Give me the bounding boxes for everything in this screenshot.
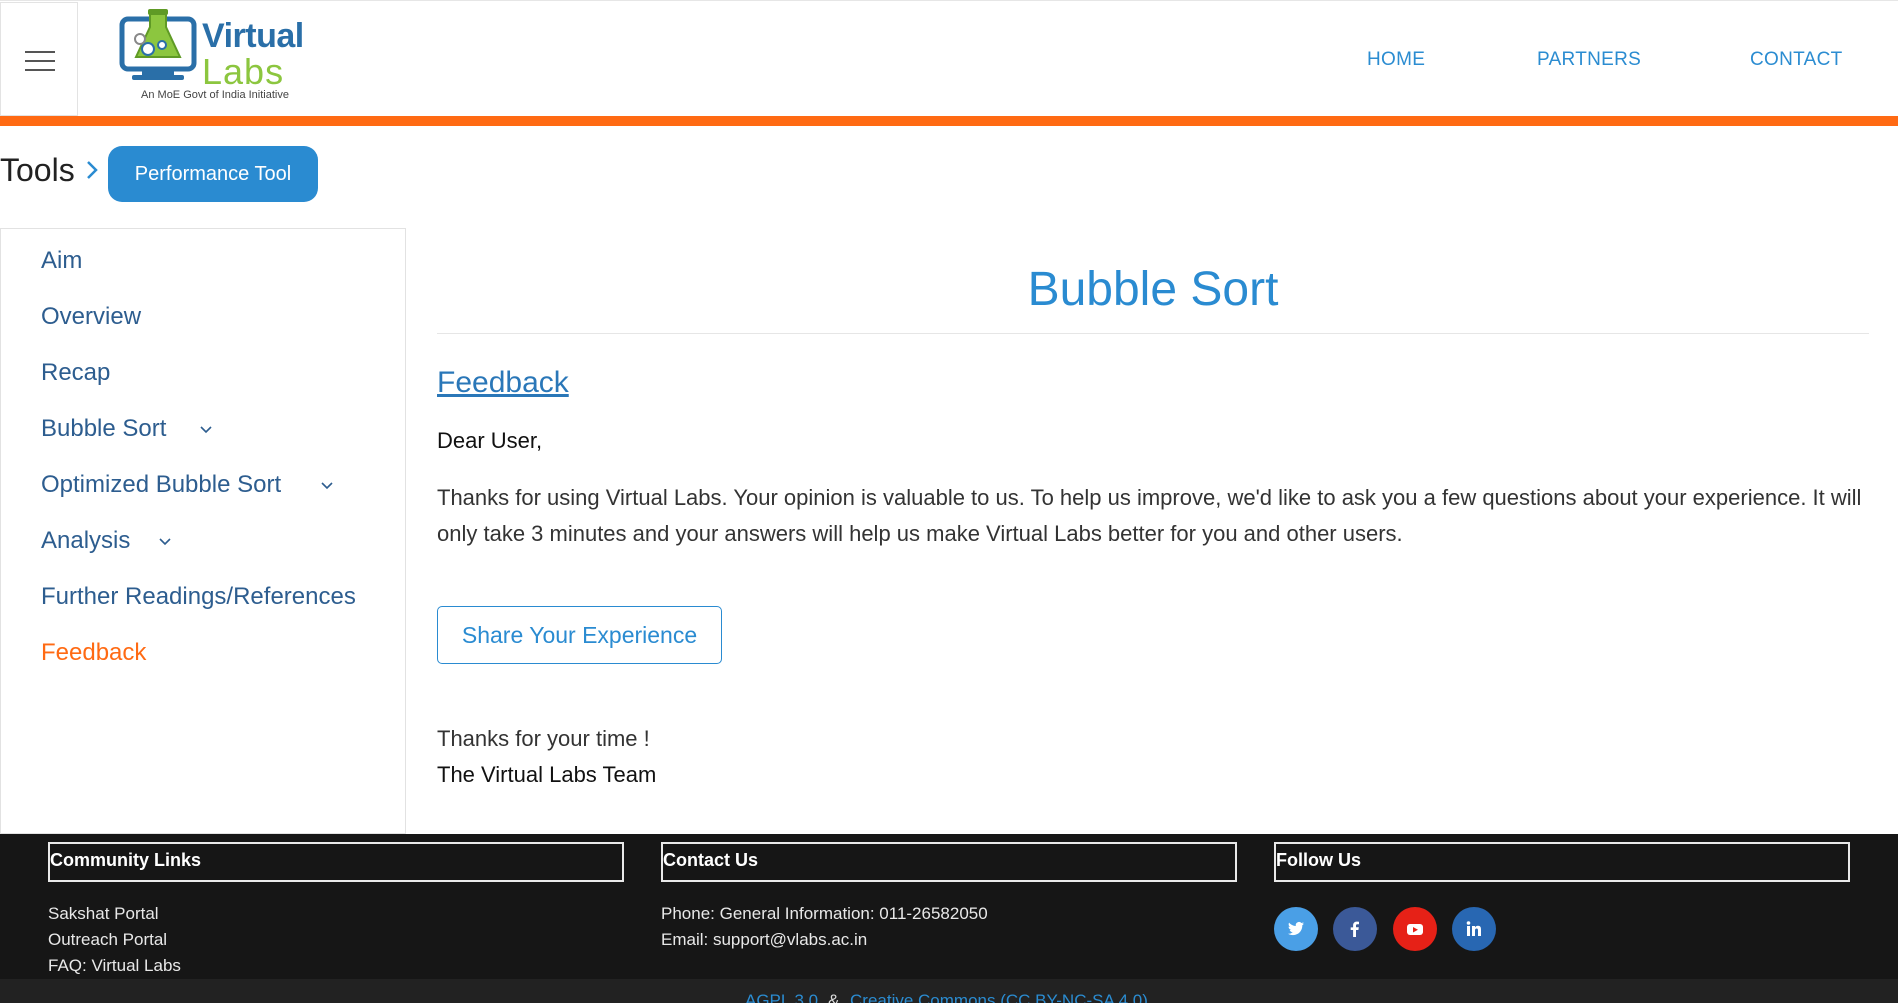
contact-us-title: Contact Us — [663, 850, 759, 870]
youtube-icon[interactable] — [1393, 907, 1437, 951]
creative-commons-link[interactable]: Creative Commons (CC BY-NC-SA 4.0) — [850, 991, 1148, 1003]
logo-tagline: An MoE Govt of India Initiative — [141, 89, 289, 101]
sidebar-item-overview[interactable]: Overview — [41, 303, 141, 331]
breadcrumb-tools: Tools — [0, 152, 75, 188]
hamburger-line — [25, 69, 55, 71]
hamburger-line — [25, 60, 55, 62]
contact-phone: Phone: General Information: 011-26582050 — [661, 904, 988, 923]
chevron-down-icon[interactable] — [158, 537, 172, 547]
follow-us-title: Follow Us — [1276, 850, 1361, 870]
sidebar-item-optimized-bubble-sort[interactable]: Optimized Bubble Sort — [41, 471, 281, 499]
nav-partners-link[interactable]: PARTNERS — [1537, 49, 1641, 71]
youtube-glyph — [1407, 924, 1423, 935]
sakshat-portal-link[interactable]: Sakshat Portal — [48, 904, 159, 924]
footer: Community Links Contact Us Follow Us Sak… — [0, 834, 1898, 979]
contact-us-box: Contact Us — [661, 842, 1237, 882]
faq-link[interactable]: FAQ: Virtual Labs — [48, 956, 181, 976]
sidebar-item-analysis[interactable]: Analysis — [41, 527, 130, 555]
nav-home-link[interactable]: HOME — [1367, 49, 1425, 71]
hamburger-menu-button[interactable] — [0, 2, 78, 116]
facebook-icon[interactable] — [1333, 907, 1377, 951]
sidebar-item-further-readings[interactable]: Further Readings/References — [41, 583, 356, 611]
facebook-glyph — [1350, 921, 1359, 937]
signature-text: The Virtual Labs Team — [437, 762, 657, 787]
license-separator: & — [828, 991, 840, 1003]
page-title: Bubble Sort — [1027, 263, 1279, 316]
community-links-box: Community Links — [48, 842, 624, 882]
sidebar-item-aim[interactable]: Aim — [41, 247, 82, 275]
header: Virtual Labs An MoE Govt of India Initia… — [0, 0, 1898, 117]
nav-contact-link[interactable]: CONTACT — [1750, 49, 1843, 71]
agpl-license-link[interactable]: AGPL 3.0 — [745, 991, 818, 1003]
chevron-down-icon[interactable] — [199, 425, 213, 435]
greeting-text: Dear User, — [437, 428, 543, 453]
flask-monitor-icon — [119, 9, 197, 80]
virtual-labs-logo[interactable]: Virtual Labs An MoE Govt of India Initia… — [118, 9, 304, 109]
chevron-right-icon — [87, 161, 98, 179]
sidebar-item-feedback[interactable]: Feedback — [41, 639, 146, 667]
title-divider — [437, 333, 1869, 334]
outreach-portal-link[interactable]: Outreach Portal — [48, 930, 167, 950]
logo-text-labs: Labs — [202, 51, 285, 92]
follow-us-box: Follow Us — [1274, 842, 1850, 882]
feedback-paragraph: Thanks for using Virtual Labs. Your opin… — [437, 485, 1862, 546]
twitter-glyph — [1288, 921, 1304, 936]
sidebar-item-recap[interactable]: Recap — [41, 359, 110, 387]
linkedin-icon[interactable] — [1452, 907, 1496, 951]
linkedin-glyph — [1466, 921, 1481, 936]
community-links-title: Community Links — [50, 850, 202, 870]
sidebar: Aim Overview Recap Bubble Sort Optimized… — [0, 228, 406, 834]
feedback-heading-link[interactable]: Feedback — [437, 366, 569, 400]
thanks-text: Thanks for your time ! — [437, 726, 650, 751]
contact-email: Email: support@vlabs.ac.in — [661, 930, 868, 949]
twitter-icon[interactable] — [1274, 907, 1318, 951]
sidebar-item-bubble-sort[interactable]: Bubble Sort — [41, 415, 166, 443]
chevron-down-icon[interactable] — [320, 481, 334, 491]
hamburger-line — [25, 51, 55, 53]
header-accent-bar — [0, 116, 1898, 126]
share-experience-button[interactable]: Share Your Experience — [437, 606, 722, 664]
license-bar: AGPL 3.0 & Creative Commons (CC BY-NC-SA… — [0, 979, 1898, 1003]
performance-tool-button[interactable]: Performance Tool — [108, 146, 318, 202]
